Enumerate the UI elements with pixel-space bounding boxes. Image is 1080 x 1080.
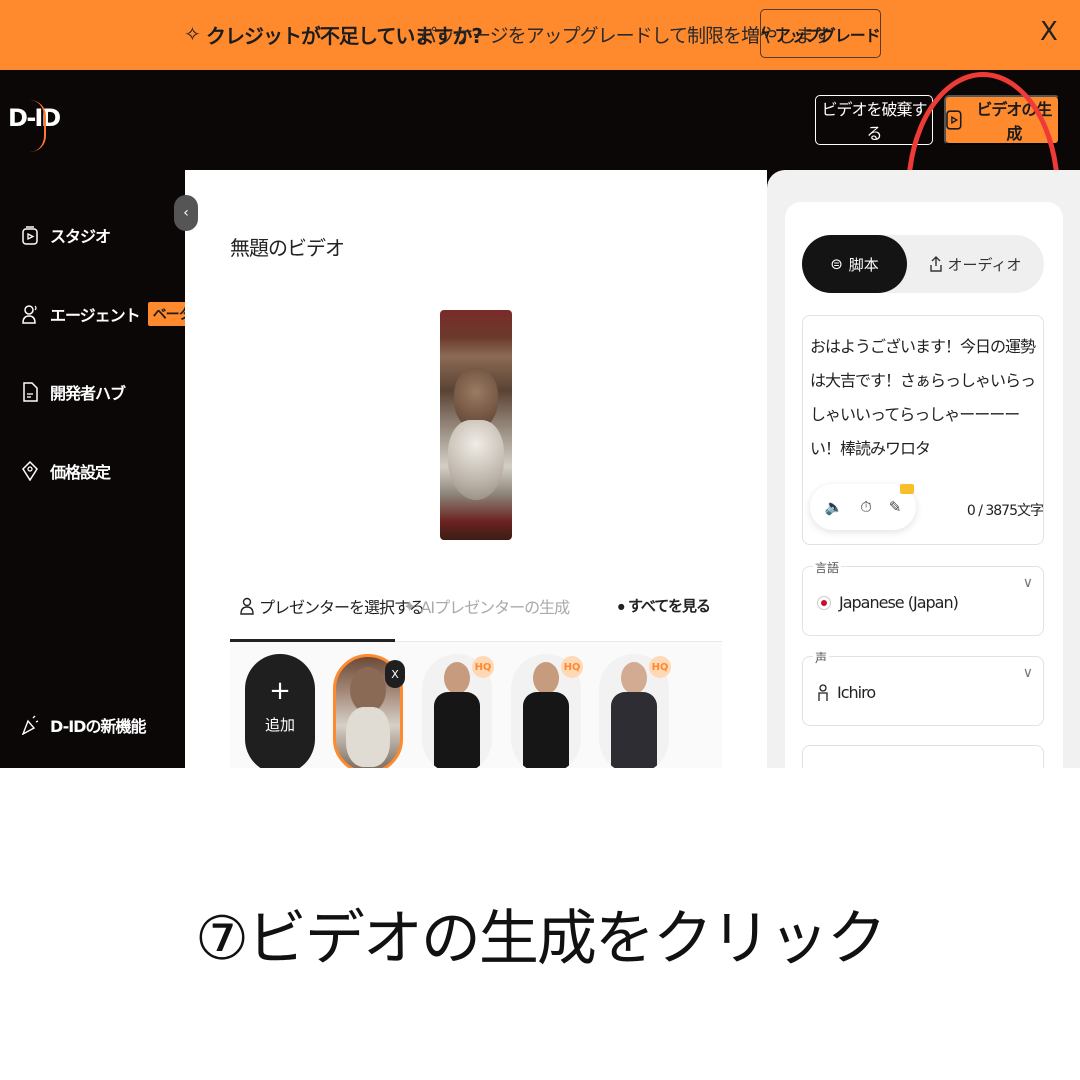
script-input[interactable]: おはようございます！今日の運勢は大吉です！さぁらっしゃいらっしゃいいってらっしゃ… [802,315,1044,545]
language-select[interactable]: 言語 Japanese (Japan) ∨ [802,559,1044,636]
hq-badge: HQ [649,656,671,678]
language-text: Japanese (Japan) [839,593,959,612]
remove-presenter-icon[interactable]: X [385,660,405,688]
collapse-sidebar-button[interactable]: ‹ [174,195,198,231]
party-popper-icon [20,714,40,736]
lightning-icon: ϟ [761,24,770,42]
add-label: 追加 [264,716,295,734]
see-all-label: すべてを見る [627,597,711,615]
sparkle-icon: ✧ [184,22,201,46]
language-value: Japanese (Japan) [817,593,959,612]
voice-value: Ichiro [817,683,876,702]
hq-badge: HQ [472,656,494,678]
character-count: 0 / 3875文字 [966,503,1044,519]
sidebar-item-label: D-IDの新機能 [50,717,146,736]
upgrade-banner: ✧ クレジットが不足していますか? パッケージをアップグレードして制限を増やしま… [0,0,1080,70]
magic-wand-icon[interactable]: ✎ [889,498,902,516]
document-icon [20,381,40,403]
person-icon [818,683,828,701]
dot-icon: ● [617,602,625,611]
language-label: 言語 [813,559,842,576]
voice-select[interactable]: 声 Ichiro ∨ [802,649,1044,726]
sidebar-item-label: 開発者ハブ [50,384,126,403]
script-icon: ⊜ [830,255,843,273]
close-icon[interactable]: X [1040,17,1058,47]
generate-video-label: ビデオの生成 [976,102,1052,143]
sidebar-item-developer-hub[interactable]: 開発者ハブ [20,380,126,404]
video-title[interactable]: 無題のビデオ [230,232,345,261]
price-tag-icon [20,460,40,482]
chevron-down-icon: ∨ [1022,665,1033,681]
upgrade-button[interactable]: ϟ アップグレード [760,9,881,58]
sparkle-icon: ✦ [403,596,416,616]
tab-label: AIプレゼンターの生成 [420,598,570,617]
presenter-tabs: プレゼンターを選択する ✦ AIプレゼンターの生成 ● すべてを見る [230,570,722,642]
preview-face [454,368,498,428]
preview-beard [448,420,504,500]
avatar-head [444,662,470,694]
sidebar-item-pricing[interactable]: 価格設定 [20,459,111,483]
crown-icon [900,484,914,494]
tab-script[interactable]: ⊜ 脚本 [802,235,907,293]
sidebar-item-label: スタジオ [50,227,111,246]
chevron-down-icon: ∨ [1022,575,1033,591]
avatar-head [621,662,647,694]
voice-label: 声 [813,649,830,666]
script-audio-toggle: ⊜ 脚本 オーディオ [802,235,1044,293]
tab-ai-presenter[interactable]: ✦ AIプレゼンターの生成 [403,594,570,618]
instruction-caption: ⑦ビデオの生成をクリック [195,904,887,974]
tab-label: オーディオ [947,255,1022,274]
tab-label: プレゼンターを選択する [259,598,425,617]
sidebar-item-label: エージェント [50,306,141,325]
timer-icon[interactable]: ⏱ [860,498,872,516]
upgrade-button-label: アップグレード [774,27,881,45]
avatar-body [523,692,569,768]
tab-select-presenter[interactable]: プレゼンターを選択する [240,594,425,618]
presenter-preview [440,310,512,540]
script-text[interactable]: おはようございます！今日の運勢は大吉です！さぁらっしゃいらっしゃいいってらっしゃ… [810,330,1040,466]
voice-text: Ichiro [837,683,876,702]
tab-audio[interactable]: オーディオ [907,235,1044,293]
logo-accent [30,100,46,152]
studio-icon [20,224,40,246]
sidebar-item-label: 価格設定 [50,463,111,482]
see-all-link[interactable]: ● すべてを見る [617,595,711,616]
video-editor: 無題のビデオ プレゼンターを選択する ✦ AIプレゼンターの生成 ● すべてを見… [185,170,767,768]
sidebar-item-whats-new[interactable]: D-IDの新機能 [20,713,146,737]
agent-icon [20,303,40,325]
generate-video-button[interactable]: ビデオの生成 [944,95,1060,145]
avatar-body [611,692,657,768]
hq-badge: HQ [561,656,583,678]
plus-icon: + [269,676,291,706]
avatar-body [434,692,480,768]
person-icon [240,597,254,615]
video-file-icon [946,110,962,130]
upload-icon [929,256,942,272]
japan-flag-icon [817,595,831,610]
sidebar-item-studio[interactable]: スタジオ [20,223,111,247]
presenter-list: + 追加 X HQ HQ HQ [230,642,722,768]
speaker-icon[interactable]: 🔈 [825,498,844,516]
tab-label: 脚本 [848,255,879,274]
add-presenter-button[interactable]: + 追加 [245,654,315,768]
discard-video-button[interactable]: ビデオを破棄する [815,95,933,145]
avatar-beard [346,707,390,767]
sidebar-item-agent[interactable]: エージェント ベータ [20,302,197,326]
avatar-head [533,662,559,694]
